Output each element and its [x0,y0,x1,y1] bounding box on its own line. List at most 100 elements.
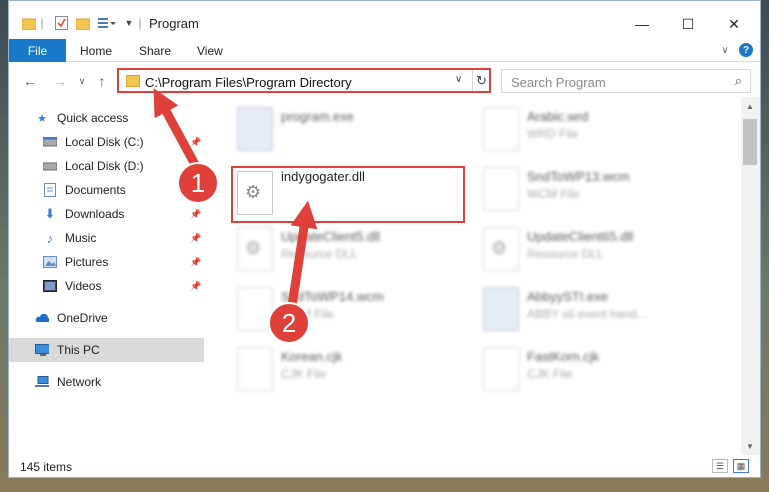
file-name: Korean.cjk [281,349,343,364]
large-icons-view-icon[interactable]: ▦ [733,459,749,473]
item-count: 145 items [20,460,73,474]
forward-button[interactable]: → [51,72,69,90]
file-name: SndToWP13.wcm [527,169,630,184]
sidebar-item-local-disk-c[interactable]: Local Disk (C:) 📌 [9,130,204,154]
sidebar-item-local-disk-d[interactable]: Local Disk (D:) 📌 [9,154,204,178]
star-icon: ★ [37,112,47,125]
sidebar-item-label: Network [57,375,102,389]
up-button[interactable]: ↑ [93,72,111,90]
file-item[interactable]: UpdateClient65.dll Resource DLL [479,223,719,281]
file-name: UpdateClient5.dll [281,229,381,244]
separator: | [138,16,142,30]
sidebar-item-quick-access[interactable]: ★ Quick access [9,106,204,130]
help-icon[interactable]: ? [739,43,753,57]
sidebar-item-network[interactable]: Network [9,370,204,394]
file-icon [237,347,273,391]
close-button[interactable]: ✕ [711,9,757,39]
step-badge-2: 2 [268,302,310,344]
network-icon [35,375,49,389]
file-item[interactable]: SndToWP13.wcm WCM File [479,163,719,221]
drive-icon [43,159,57,173]
expand-ribbon-icon[interactable]: ∨ [718,43,732,57]
sidebar-item-downloads[interactable]: ⬇ Downloads 📌 [9,202,204,226]
navigation-pane: ★ Quick access Local Disk (C:) 📌 Local D… [9,97,209,455]
file-item[interactable]: FastKorn.cjk CJK File [479,343,719,401]
file-item[interactable]: AbbyySTI.exe ABBY sti event hand... [479,283,719,341]
pin-icon[interactable]: 📌 [190,257,201,268]
scrollbar-thumb[interactable] [743,119,757,165]
dll-file-icon [237,171,273,215]
customize-icon[interactable] [97,14,117,32]
file-name: program.exe [281,109,354,124]
file-list: program.exe Arabic.wrd WRD File indygoga… [209,97,741,455]
file-item[interactable]: program.exe [233,103,473,161]
properties-icon[interactable] [53,14,69,32]
file-type: Resource DLL [527,247,604,261]
minimize-button[interactable]: — [619,9,665,39]
drive-icon [43,135,57,149]
file-name: UpdateClient65.dll [527,229,634,244]
title-bar: | ▼ | Program — ☐ ✕ [9,1,760,39]
videos-icon [43,279,57,293]
folder-icon[interactable] [21,14,37,32]
file-type: CJK File [281,367,327,381]
file-name: SndToWP14.wcm [281,289,384,304]
sidebar-item-label: OneDrive [57,311,108,325]
dll-file-icon [237,227,273,271]
ribbon-tabs: File Home Share View ∨ ? [9,39,760,62]
sidebar-item-videos[interactable]: Videos 📌 [9,274,204,298]
file-type: CJK File [527,367,573,381]
details-view-icon[interactable]: ☰ [712,459,728,473]
dll-file-icon [483,227,519,271]
pin-icon[interactable]: 📌 [190,233,201,244]
scroll-up-icon[interactable]: ▲ [745,101,755,111]
tab-home[interactable]: Home [80,39,112,62]
file-type: Resource DLL [281,247,358,261]
sidebar-item-documents[interactable]: Documents 📌 [9,178,204,202]
tab-share[interactable]: Share [139,39,171,62]
sidebar-item-music[interactable]: ♪ Music 📌 [9,226,204,250]
sidebar-item-pictures[interactable]: Pictures 📌 [9,250,204,274]
pin-icon[interactable]: 📌 [190,281,201,292]
sidebar-item-label: Quick access [57,111,129,125]
file-name: indygogater.dll [281,169,365,184]
pin-icon[interactable]: 📌 [190,209,201,220]
documents-icon [43,183,57,197]
computer-icon [35,343,49,357]
search-input[interactable]: Search Program ⌕ [501,69,751,93]
file-name: AbbyySTI.exe [527,289,608,304]
search-placeholder: Search Program [511,75,606,90]
quick-access-dropdown-icon[interactable]: ▼ [123,14,135,32]
sidebar-item-onedrive[interactable]: OneDrive [9,306,204,330]
file-item[interactable]: UpdateClient5.dll Resource DLL [233,223,473,281]
sidebar-item-label: Videos [65,279,102,293]
step-badge-1: 1 [177,162,219,204]
search-icon[interactable]: ⌕ [735,73,742,89]
sidebar-item-label: Local Disk (C:) [65,135,144,149]
cloud-icon [35,311,49,325]
back-button[interactable]: ← [21,72,39,90]
file-item-selected[interactable]: indygogater.dll [233,167,473,225]
file-item[interactable]: Korean.cjk CJK File [233,343,473,401]
pin-icon[interactable]: 📌 [190,137,201,148]
new-folder-icon[interactable] [75,14,91,32]
file-item[interactable]: SndToWP14.wcm WCM File [233,283,473,341]
sidebar-item-this-pc[interactable]: This PC [9,338,204,362]
vertical-scrollbar[interactable]: ▲ ▼ [741,97,760,455]
maximize-button[interactable]: ☐ [665,9,711,39]
sidebar-item-label: Pictures [65,255,109,269]
exe-file-icon [237,107,273,151]
tab-view[interactable]: View [197,39,223,62]
file-item[interactable]: Arabic.wrd WRD File [479,103,719,161]
scroll-down-icon[interactable]: ▼ [745,441,755,451]
sidebar-item-label: Documents [65,183,126,197]
download-icon: ⬇ [44,206,56,221]
file-type: WRD File [527,127,579,141]
status-bar: 145 items ☰ ▦ [9,455,760,477]
recent-locations-icon[interactable]: ∨ [73,72,91,90]
pictures-icon [43,255,57,269]
exe-file-icon [483,287,519,331]
tab-file[interactable]: File [9,39,66,62]
explorer-window: | ▼ | Program — ☐ ✕ File Home Share View… [8,0,761,478]
sidebar-item-label: Local Disk (D:) [65,159,144,173]
